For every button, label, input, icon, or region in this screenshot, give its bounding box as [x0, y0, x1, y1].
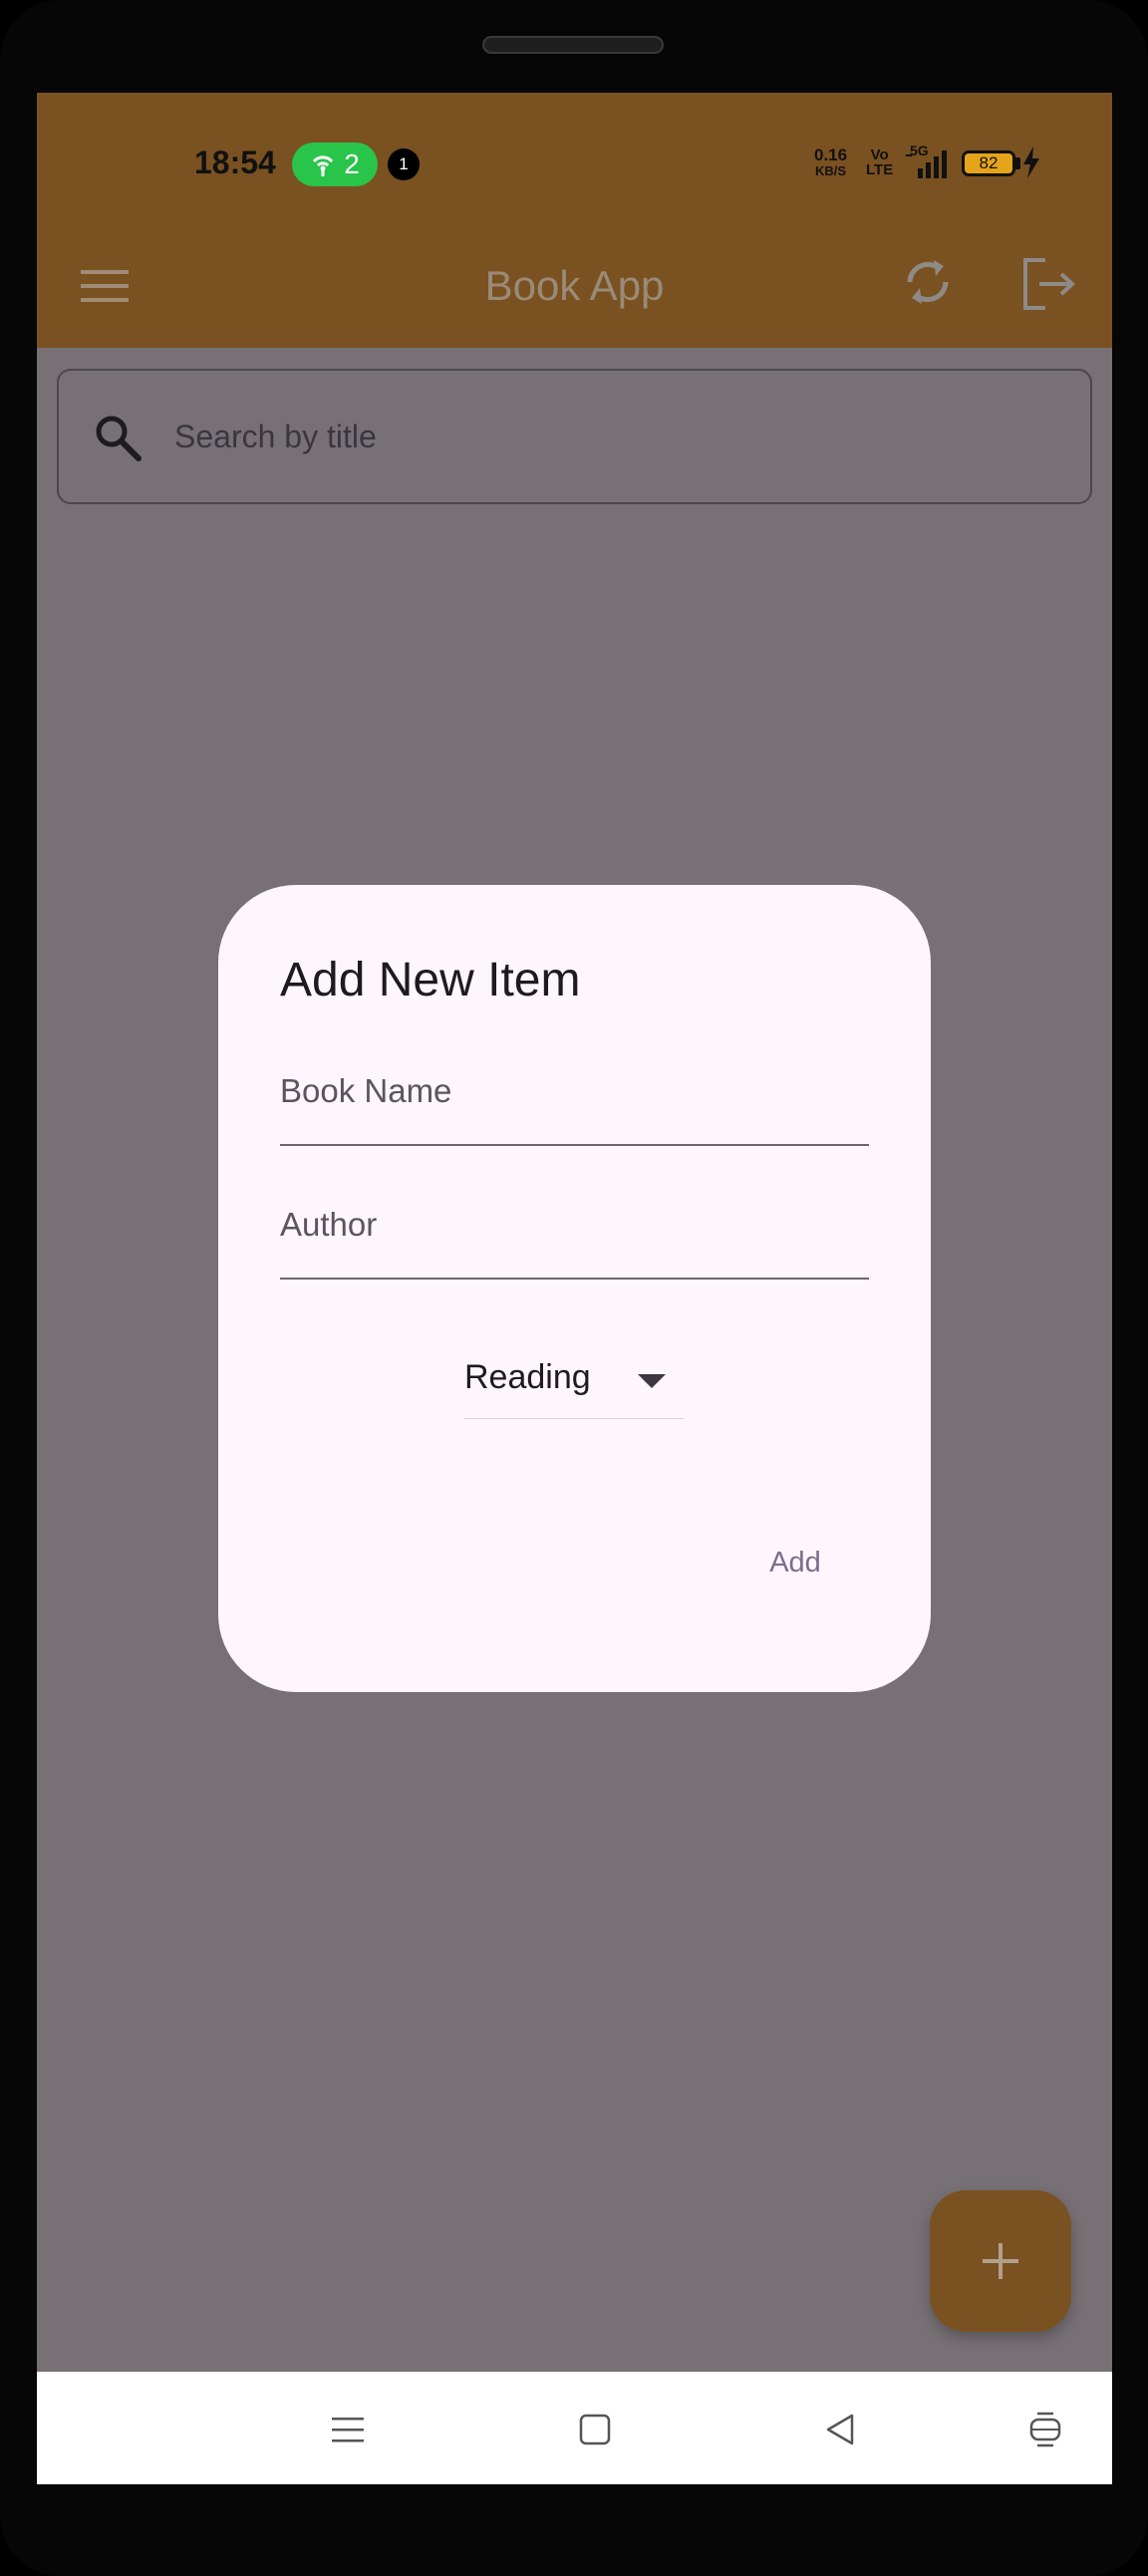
system-nav-bar — [37, 2372, 1112, 2484]
screen: 18:54 2 1 0.16 KB/S Vo LTE 5G 82 Book Ap… — [37, 93, 1112, 2484]
menu-nav-icon[interactable] — [326, 2408, 370, 2451]
sync-icon[interactable] — [898, 252, 958, 312]
status-time: 18:54 — [194, 144, 276, 180]
network-type: 5G — [910, 143, 929, 158]
battery-icon: 82 — [962, 150, 1015, 176]
logout-icon[interactable] — [1019, 254, 1079, 314]
switch-nav-icon[interactable] — [1023, 2408, 1067, 2451]
net-speed-unit: KB/S — [815, 163, 847, 178]
earpiece-speaker — [482, 36, 664, 54]
signal-icon: 5G — [904, 143, 954, 185]
charging-icon — [1023, 146, 1039, 178]
hotspot-count: 2 — [344, 148, 360, 179]
add-fab-button[interactable] — [930, 2190, 1071, 2332]
status-dropdown-value: Reading — [464, 1358, 591, 1396]
search-bar[interactable] — [57, 369, 1092, 504]
app-bar: Book App — [37, 226, 1112, 348]
phone-frame: 18:54 2 1 0.16 KB/S Vo LTE 5G 82 Book Ap… — [0, 0, 1148, 2576]
status-bar: 18:54 2 1 0.16 KB/S Vo LTE 5G 82 — [37, 93, 1112, 226]
net-speed: 0.16 KB/S — [814, 145, 848, 179]
notification-badge: 1 — [388, 148, 420, 180]
volte-top: Vo — [870, 146, 889, 163]
hotspot-icon — [313, 155, 334, 176]
dropdown-arrow-icon — [638, 1374, 666, 1388]
volte-indicator: Vo LTE — [866, 147, 893, 177]
search-input[interactable] — [174, 409, 1051, 464]
volte-bottom: LTE — [866, 161, 894, 178]
book-name-field[interactable] — [280, 1054, 869, 1146]
hotspot-badge[interactable]: 2 — [292, 143, 378, 186]
search-icon — [96, 416, 142, 461]
home-nav-icon[interactable] — [573, 2408, 617, 2451]
add-button[interactable]: Add — [742, 1533, 848, 1592]
author-field[interactable] — [280, 1188, 869, 1280]
back-nav-icon[interactable] — [818, 2408, 862, 2451]
book-name-input[interactable] — [280, 1072, 869, 1110]
add-item-dialog: Add New Item Reading Add — [218, 885, 931, 1692]
status-dropdown[interactable]: Reading — [464, 1358, 684, 1419]
author-input[interactable] — [280, 1206, 869, 1244]
net-speed-value: 0.16 — [814, 145, 848, 164]
dialog-title: Add New Item — [280, 954, 581, 1006]
battery-tip — [1015, 157, 1020, 169]
